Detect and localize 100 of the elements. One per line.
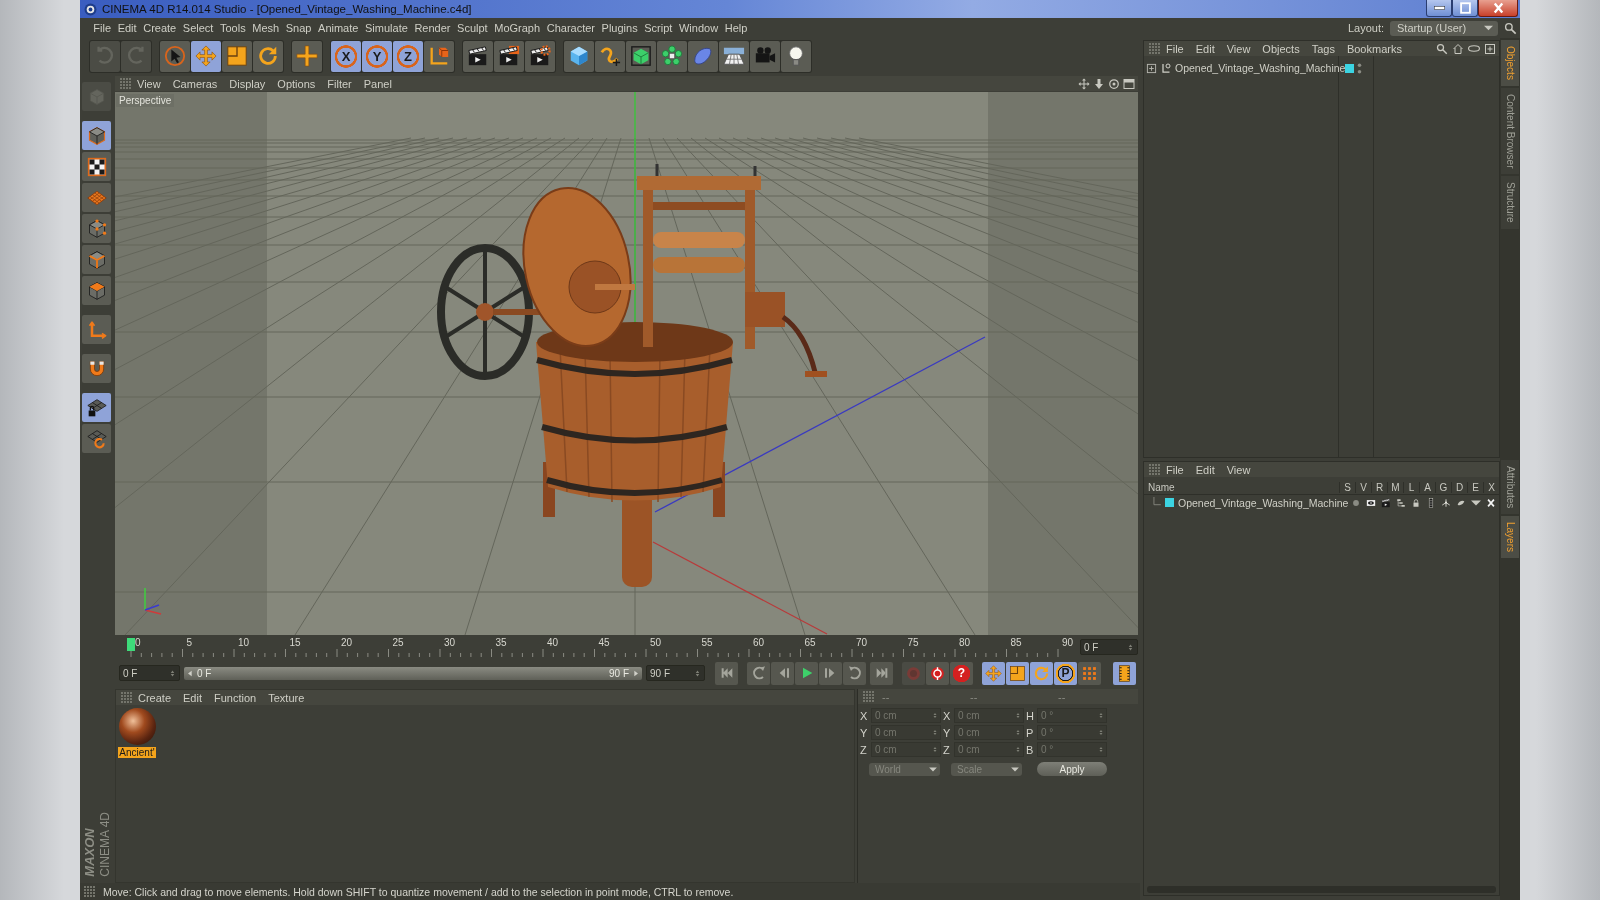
go-to-start-button[interactable] <box>715 661 738 685</box>
menu-item[interactable]: Render <box>411 22 454 34</box>
cross-icon[interactable] <box>1486 497 1497 508</box>
timeline-ruler[interactable]: 0 5 10 15 20 25 30 35 40 45 50 55 60 65 70 75 80 85 90 <box>127 637 1076 657</box>
menu-item[interactable]: Display <box>223 77 272 90</box>
autokey-button[interactable] <box>926 661 949 685</box>
keyframe-selection-button[interactable]: ? <box>950 661 973 685</box>
menu-item[interactable]: Edit <box>1189 463 1221 476</box>
layer-color-icon[interactable] <box>1345 63 1354 73</box>
menu-item[interactable]: Objects <box>1256 42 1306 55</box>
hierarchy-icon[interactable] <box>1396 497 1407 508</box>
left-arrow-icon[interactable] <box>186 668 194 678</box>
spline-pen-button[interactable] <box>595 40 625 72</box>
key-scale-button[interactable] <box>1006 661 1029 685</box>
menu-item[interactable]: Texture <box>262 691 311 704</box>
layout-dropdown[interactable]: Startup (User) <box>1390 20 1498 36</box>
eye-icon[interactable] <box>1366 497 1377 508</box>
selection-tool-button[interactable] <box>160 40 190 72</box>
layer-color-icon[interactable] <box>1165 498 1174 507</box>
menu-item[interactable]: Help <box>721 22 751 34</box>
menu-item[interactable]: Simulate <box>361 22 412 34</box>
previous-key-button[interactable] <box>747 661 770 685</box>
move-view-icon[interactable] <box>1078 77 1090 90</box>
rotate-tool-button[interactable] <box>253 40 283 72</box>
array-button[interactable] <box>657 40 687 72</box>
cube-button[interactable] <box>564 40 594 72</box>
menu-item[interactable]: Panel <box>357 77 398 90</box>
end-frame-field[interactable]: 90 F <box>646 665 705 681</box>
current-frame-field[interactable]: 0 F <box>1080 639 1138 655</box>
maximize-button[interactable] <box>1452 0 1478 17</box>
polygons-mode-button[interactable] <box>82 276 111 305</box>
close-button[interactable] <box>1478 0 1518 17</box>
floor-button[interactable] <box>719 40 749 72</box>
side-tab[interactable]: Structure <box>1501 176 1519 229</box>
home-icon[interactable] <box>1452 42 1464 55</box>
snap-button[interactable] <box>82 354 111 383</box>
object-name[interactable]: Opened_Vintage_Washing_Machine <box>1175 62 1346 74</box>
subdivision-button[interactable] <box>626 40 656 72</box>
branch-icon[interactable] <box>1441 497 1452 508</box>
search-icon[interactable] <box>1504 21 1517 35</box>
previous-frame-button[interactable] <box>771 661 794 685</box>
menu-item[interactable]: View <box>1220 42 1257 55</box>
search-icon[interactable] <box>1436 42 1448 55</box>
menu-item[interactable]: Snap <box>282 22 315 34</box>
menu-item[interactable]: Edit <box>1189 42 1221 55</box>
go-to-end-button[interactable] <box>870 661 893 685</box>
edges-mode-button[interactable] <box>82 245 111 274</box>
menu-item[interactable]: Edit <box>114 22 140 34</box>
menu-item[interactable]: Window <box>675 22 722 34</box>
maximize-view-icon[interactable] <box>1123 77 1135 90</box>
light-button[interactable] <box>781 40 811 72</box>
key-parameter-button[interactable]: P <box>1054 661 1077 685</box>
menu-item[interactable]: Filter <box>321 77 358 90</box>
viewport[interactable]: Perspective <box>115 92 1138 635</box>
menu-item[interactable]: Function <box>208 691 263 704</box>
menu-item[interactable]: Character <box>543 22 599 34</box>
menu-item[interactable]: Cameras <box>166 77 224 90</box>
scale-tool-button[interactable] <box>222 40 252 72</box>
layer-name[interactable]: Opened_Vintage_Washing_Machine <box>1178 496 1349 509</box>
expand-icon[interactable] <box>1146 62 1157 74</box>
menu-item[interactable]: File <box>90 22 115 34</box>
menu-item[interactable]: Options <box>271 77 322 90</box>
planar-workplane-button[interactable] <box>82 424 111 453</box>
texture-mode-button[interactable] <box>82 152 111 181</box>
y-axis-button[interactable]: Y <box>362 40 392 72</box>
menu-item[interactable]: File <box>1160 42 1190 55</box>
x-axis-button[interactable]: X <box>331 40 361 72</box>
minimize-button[interactable] <box>1426 0 1452 17</box>
clapperboard-icon[interactable] <box>1381 497 1392 508</box>
side-tab[interactable]: Layers <box>1501 516 1519 559</box>
menu-item[interactable]: View <box>1220 463 1257 476</box>
material-preview[interactable] <box>118 708 156 745</box>
menu-item[interactable]: MoGraph <box>490 22 544 34</box>
menu-item[interactable]: Animate <box>314 22 362 34</box>
side-tab[interactable]: Content Browser <box>1501 87 1519 175</box>
lock-icon[interactable] <box>1411 497 1422 508</box>
menu-item[interactable]: Create <box>132 691 178 704</box>
material-name[interactable]: Ancient' <box>118 747 156 758</box>
z-axis-button[interactable]: Z <box>393 40 423 72</box>
last-tool-button[interactable] <box>292 40 322 72</box>
new-panel-icon[interactable] <box>1484 42 1496 55</box>
next-key-button[interactable] <box>843 661 866 685</box>
ellipse-icon[interactable] <box>1468 45 1480 52</box>
deformer-button[interactable] <box>688 40 718 72</box>
render-settings-button[interactable] <box>525 40 555 72</box>
menu-item[interactable]: Bookmarks <box>1340 42 1408 55</box>
move-tool-button[interactable] <box>191 40 221 72</box>
key-rotation-button[interactable] <box>1030 661 1053 685</box>
menu-item[interactable]: Create <box>139 22 180 34</box>
next-frame-button[interactable] <box>819 661 842 685</box>
side-tab[interactable]: Objects <box>1501 40 1519 86</box>
menu-item[interactable]: Tools <box>216 22 249 34</box>
start-frame-field[interactable]: 0 F <box>119 665 180 681</box>
render-view-button[interactable] <box>463 40 493 72</box>
menu-item[interactable]: View <box>131 77 167 90</box>
right-arrow-icon[interactable] <box>632 668 640 678</box>
preview-range-control[interactable]: 0 F 90 F <box>184 666 642 680</box>
menu-item[interactable]: File <box>1160 463 1190 476</box>
coordinate-system-button[interactable] <box>424 40 454 72</box>
menu-item[interactable]: Edit <box>177 691 208 704</box>
